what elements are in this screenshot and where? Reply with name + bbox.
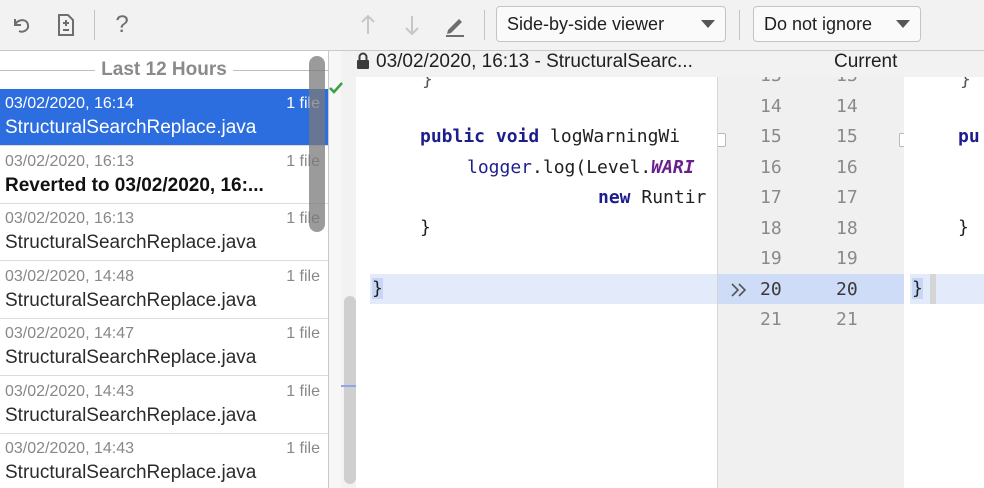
left-editor[interactable]: } public void logWarningWi logger.log(Le… (356, 77, 717, 488)
revision-date: 03/02/2020, 14:43 (5, 382, 135, 400)
code-line: logger.log(Level.WARI (467, 157, 695, 178)
viewer-mode-dropdown[interactable]: Side-by-side viewer (496, 6, 726, 42)
line-number-right: 16 (836, 156, 858, 178)
highlighted-line (370, 274, 717, 304)
line-number-left: 19 (760, 248, 782, 269)
line-number-left: 21 (760, 309, 782, 330)
code-line: } (422, 77, 433, 90)
line-number-right: 15 (836, 126, 858, 147)
line-number-left: 14 (760, 95, 782, 117)
diff-header: 03/02/2020, 16:13 - StructuralSearc... C… (356, 51, 984, 77)
check-icon (329, 82, 343, 94)
right-revision-title: Current (834, 51, 898, 72)
file-count: 1 file (286, 382, 320, 400)
line-numbers: 13 14 15 16 17 18 19 20 21 13 14 15 16 17 18 19 20 21 (717, 77, 905, 488)
diff-scrollbar[interactable] (344, 296, 356, 484)
revision-date: 03/02/2020, 16:14 (5, 95, 135, 112)
list-item[interactable]: 03/02/2020, 14:43 1 file StructuralSearchR… (0, 434, 328, 488)
line-number-right: 21 (836, 309, 858, 330)
line-number-right: 14 (836, 95, 858, 117)
ignore-whitespace-label: Do not ignore (764, 13, 873, 34)
revision-name: StructuralSearchReplace.java (5, 347, 257, 368)
edit-source-icon[interactable] (441, 10, 469, 40)
toolbar-separator (739, 10, 740, 40)
left-revision-title: 03/02/2020, 16:13 - StructuralSearc... (376, 51, 693, 72)
previous-difference-icon[interactable] (354, 10, 382, 40)
group-header-label: Last 12 Hours (95, 59, 233, 81)
revision-name: StructuralSearchReplace.java (5, 404, 257, 426)
history-list: Last 12 Hours 03/02/2020, 16:14 1 file Str… (0, 51, 329, 488)
file-count: 1 file (286, 267, 320, 285)
toolbar-separator (484, 10, 485, 40)
list-scrollbar[interactable] (309, 56, 325, 232)
line-number-left: 20 (760, 278, 782, 300)
change-gutter-mark (930, 274, 936, 304)
diff-gutter (329, 51, 343, 488)
revision-date: 03/02/2020, 14:43 (5, 440, 135, 457)
apply-change-icon[interactable] (730, 283, 748, 297)
line-number-left: 17 (760, 187, 782, 208)
revision-name: StructuralSearchReplace.java (5, 117, 257, 138)
code-line: } (960, 77, 971, 90)
code-line: } (958, 217, 969, 238)
list-item[interactable]: 03/02/2020, 16:13 1 file Reverted to 03/02… (0, 147, 328, 204)
code-line: } (372, 278, 383, 299)
line-number-left: 18 (760, 217, 782, 239)
line-number-right: 19 (836, 248, 858, 269)
group-header: Last 12 Hours (0, 51, 328, 89)
revision-name: Reverted to 03/02/2020, 16:... (5, 174, 264, 196)
next-difference-icon[interactable] (398, 10, 426, 40)
revision-date: 03/02/2020, 14:48 (5, 267, 135, 285)
code-line: pu (958, 126, 980, 147)
line-number-left: 13 (760, 77, 782, 86)
patch-file-icon[interactable] (52, 10, 80, 40)
list-item[interactable]: 03/02/2020, 14:47 1 file StructuralSearchR… (0, 319, 328, 376)
lock-icon (357, 52, 369, 69)
code-line: } (912, 278, 923, 299)
right-editor[interactable]: } pu } } (904, 77, 984, 488)
revision-name: StructuralSearchReplace.java (5, 462, 257, 483)
code-line: public void logWarningWi (420, 126, 681, 147)
chevron-down-icon (896, 20, 910, 28)
list-item[interactable]: 03/02/2020, 16:13 1 file StructuralSearchR… (0, 204, 328, 261)
list-item[interactable]: 03/02/2020, 14:43 1 file StructuralSearchR… (0, 377, 328, 434)
viewer-mode-label: Side-by-side viewer (507, 13, 665, 34)
revision-date: 03/02/2020, 16:13 (5, 210, 135, 227)
file-count: 1 file (286, 325, 320, 342)
code-line: new Runtir (598, 187, 707, 208)
ignore-whitespace-dropdown[interactable]: Do not ignore (753, 6, 921, 42)
chevron-down-icon (701, 20, 715, 28)
toolbar: ? Side-by-side viewer Do not ignore (0, 0, 984, 51)
line-number-left: 16 (760, 156, 782, 178)
line-number-right: 13 (836, 77, 858, 86)
undo-revert-icon[interactable] (8, 10, 36, 40)
list-item[interactable]: 03/02/2020, 16:14 1 file StructuralSearchR… (0, 89, 328, 146)
revision-name: StructuralSearchReplace.java (5, 232, 257, 253)
line-number-right: 20 (836, 278, 858, 300)
line-number-left: 15 (760, 126, 782, 147)
help-icon[interactable]: ? (108, 10, 136, 40)
toolbar-separator (94, 10, 95, 40)
file-count: 1 file (286, 440, 320, 457)
revision-date: 03/02/2020, 14:47 (5, 325, 135, 342)
fold-marker-icon[interactable] (718, 133, 726, 147)
code-line: } (420, 217, 431, 238)
revision-date: 03/02/2020, 16:13 (5, 152, 135, 170)
line-number-right: 18 (836, 217, 858, 239)
list-item[interactable]: 03/02/2020, 14:48 1 file StructuralSearchR… (0, 262, 328, 319)
revision-name: StructuralSearchReplace.java (5, 289, 257, 311)
line-number-right: 17 (836, 187, 858, 208)
